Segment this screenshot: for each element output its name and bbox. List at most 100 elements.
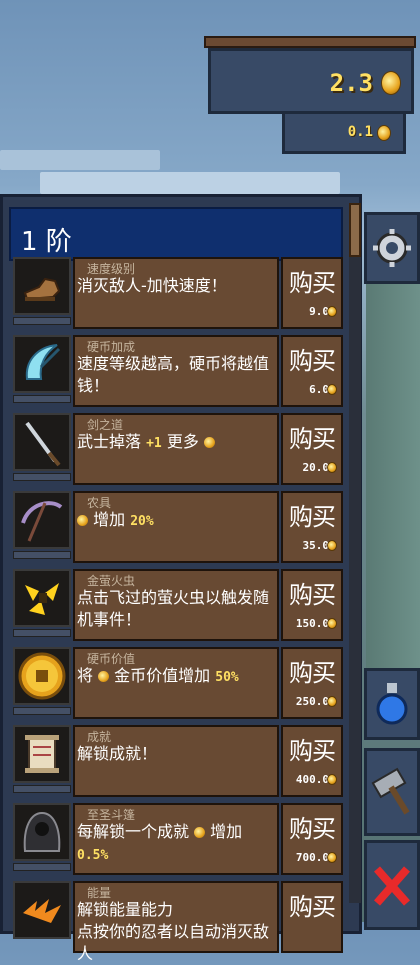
item-level-bar — [13, 473, 71, 481]
buy-button[interactable]: 购买 20.0 — [281, 413, 343, 485]
shop-item-row: 能量 解锁能量能力 点按你的忍者以自动消灭敌人 购买 — [9, 881, 345, 963]
shop-item-row: 剑之道 武士掉落 +1 更多 购买 20.0 — [9, 413, 345, 487]
desc-text: 解锁能量能力 — [77, 900, 174, 919]
desc-text: 增加 — [88, 510, 131, 529]
desc-highlight: 50% — [215, 670, 239, 685]
scroll-icon — [13, 725, 71, 783]
scrollbar-thumb[interactable] — [349, 203, 361, 257]
coin-stack-icon — [77, 515, 88, 526]
desc-text: 每解锁一个成就 — [77, 822, 195, 841]
gold-coin-icon — [327, 696, 337, 707]
shop-header: 1 阶 — [9, 207, 343, 261]
coin-stack-icon — [194, 827, 206, 838]
cloak-icon — [13, 803, 71, 861]
firefly-icon — [13, 569, 71, 627]
shop-item-row: 至圣斗篷 每解锁一个成就 增加 0.5% 购买 700.0 — [9, 803, 345, 877]
item-description-box: 成就 解锁成就！ — [73, 725, 279, 797]
shop-item-row: 硬币价值 将 金币价值增加 50% 购买 250.0 — [9, 647, 345, 721]
close-tab[interactable] — [364, 840, 420, 930]
desc-text: 武士掉落 — [77, 432, 147, 451]
gold-coin-icon — [327, 462, 337, 473]
blade-icon — [13, 335, 71, 393]
buy-button[interactable]: 购买 35.0 — [281, 491, 343, 563]
desc-text: 点按你的忍者以自动消灭敌人 — [77, 922, 270, 963]
item-description: 增加 20% — [77, 509, 273, 533]
scrollbar-track[interactable] — [349, 203, 361, 903]
close-x-icon — [374, 866, 410, 906]
item-description: 点击飞过的萤火虫以触发随机事件！ — [77, 588, 270, 629]
item-description: 消灭敌人-加快速度！ — [77, 276, 227, 295]
buy-label: 购买 — [289, 503, 336, 531]
hammer-tab[interactable] — [364, 748, 420, 836]
buy-button[interactable]: 购买 150.0 — [281, 569, 343, 641]
gold-coin-icon — [327, 774, 337, 785]
gold-coin-icon — [381, 71, 401, 95]
desc-text: 将 — [77, 666, 99, 685]
sword-icon — [13, 413, 71, 471]
item-description-box: 剑之道 武士掉落 +1 更多 — [73, 413, 279, 485]
gold-coin-icon — [98, 671, 110, 682]
item-level-bar — [13, 629, 71, 637]
buy-label: 购买 — [289, 269, 336, 297]
shop-item-row: 速度级别 消灭敌人-加快速度！ 购买 9.0 — [9, 257, 345, 331]
potion-tab[interactable] — [364, 668, 420, 740]
item-level-bar — [13, 863, 71, 871]
item-description-box: 能量 解锁能量能力 点按你的忍者以自动消灭敌人 — [73, 881, 279, 963]
buy-button[interactable]: 购买 400.0 — [281, 725, 343, 797]
gold-coin-icon — [327, 384, 337, 395]
item-price: 400.0 — [295, 773, 329, 786]
buy-button[interactable]: 购买 9.0 — [281, 257, 343, 329]
item-description: 每解锁一个成就 增加 0.5% — [77, 821, 273, 867]
desc-highlight: 20% — [130, 514, 154, 529]
shop-item-row: 金萤火虫 点击飞过的萤火虫以触发随机事件！ 购买 150.0 — [9, 569, 345, 643]
potion-icon — [376, 683, 408, 725]
buy-label: 购买 — [289, 659, 336, 687]
item-description: 解锁成就！ — [77, 744, 158, 763]
buy-label: 购买 — [289, 581, 336, 609]
upgrade-shop-panel: 1 阶 速度级别 消灭敌人-加快速度！ 购买 9.0 硬币加成 速度等级越高，硬… — [0, 194, 362, 963]
buy-label: 购买 — [289, 347, 336, 375]
tier-title: 1 阶 — [21, 227, 72, 257]
energy-icon — [13, 881, 71, 939]
item-description: 速度等级越高，硬币将越值钱！ — [77, 354, 270, 395]
item-description-box: 速度级别 消灭敌人-加快速度！ — [73, 257, 279, 329]
item-price: 250.0 — [295, 695, 329, 708]
gold-coin-icon — [327, 306, 337, 317]
item-price: 150.0 — [295, 617, 329, 630]
gold-coin-icon — [327, 540, 337, 551]
gold-rate-panel: 0.1 — [282, 114, 406, 154]
gold-coin-icon — [203, 437, 215, 448]
buy-label: 购买 — [289, 425, 336, 453]
item-price: 700.0 — [295, 851, 329, 864]
settings-gear-icon — [373, 229, 411, 267]
shop-item-row: 成就 解锁成就！ 购买 400.0 — [9, 725, 345, 799]
buy-button[interactable]: 购买 250.0 — [281, 647, 343, 719]
boot-icon — [13, 257, 71, 315]
cloud — [40, 172, 340, 194]
gold-coin-icon — [327, 852, 337, 863]
buy-label: 购买 — [289, 815, 336, 843]
item-description-box: 至圣斗篷 每解锁一个成就 增加 0.5% — [73, 803, 279, 875]
item-description: 解锁能量能力点按你的忍者以自动消灭敌人 — [77, 899, 273, 965]
desc-text: 金币价值增加 — [109, 666, 216, 685]
desc-highlight: 0.5% — [77, 848, 109, 863]
gold-coin-icon — [327, 618, 337, 629]
item-description-box: 硬币价值 将 金币价值增加 50% — [73, 647, 279, 719]
item-description-box: 硬币加成 速度等级越高，硬币将越值钱！ — [73, 335, 279, 407]
shop-item-row: 硬币加成 速度等级越高，硬币将越值钱！ 购买 6.0 — [9, 335, 345, 409]
item-price: 20.0 — [302, 461, 330, 474]
buy-button[interactable]: 购买 700.0 — [281, 803, 343, 875]
item-description: 武士掉落 +1 更多 — [77, 431, 273, 455]
buy-button[interactable]: 购买 — [281, 881, 343, 953]
side-panel-background — [366, 284, 420, 670]
gold-coin-icon — [13, 647, 71, 705]
settings-tab[interactable] — [364, 212, 420, 284]
desc-text: 更多 — [161, 432, 199, 451]
scythe-icon — [13, 491, 71, 549]
cloud — [0, 150, 160, 170]
buy-label: 购买 — [289, 737, 336, 765]
item-description-box: 农具 增加 20% — [73, 491, 279, 563]
gold-counter-panel: 2.3 — [208, 48, 414, 114]
buy-button[interactable]: 购买 6.0 — [281, 335, 343, 407]
item-description-box: 金萤火虫 点击飞过的萤火虫以触发随机事件！ — [73, 569, 279, 641]
